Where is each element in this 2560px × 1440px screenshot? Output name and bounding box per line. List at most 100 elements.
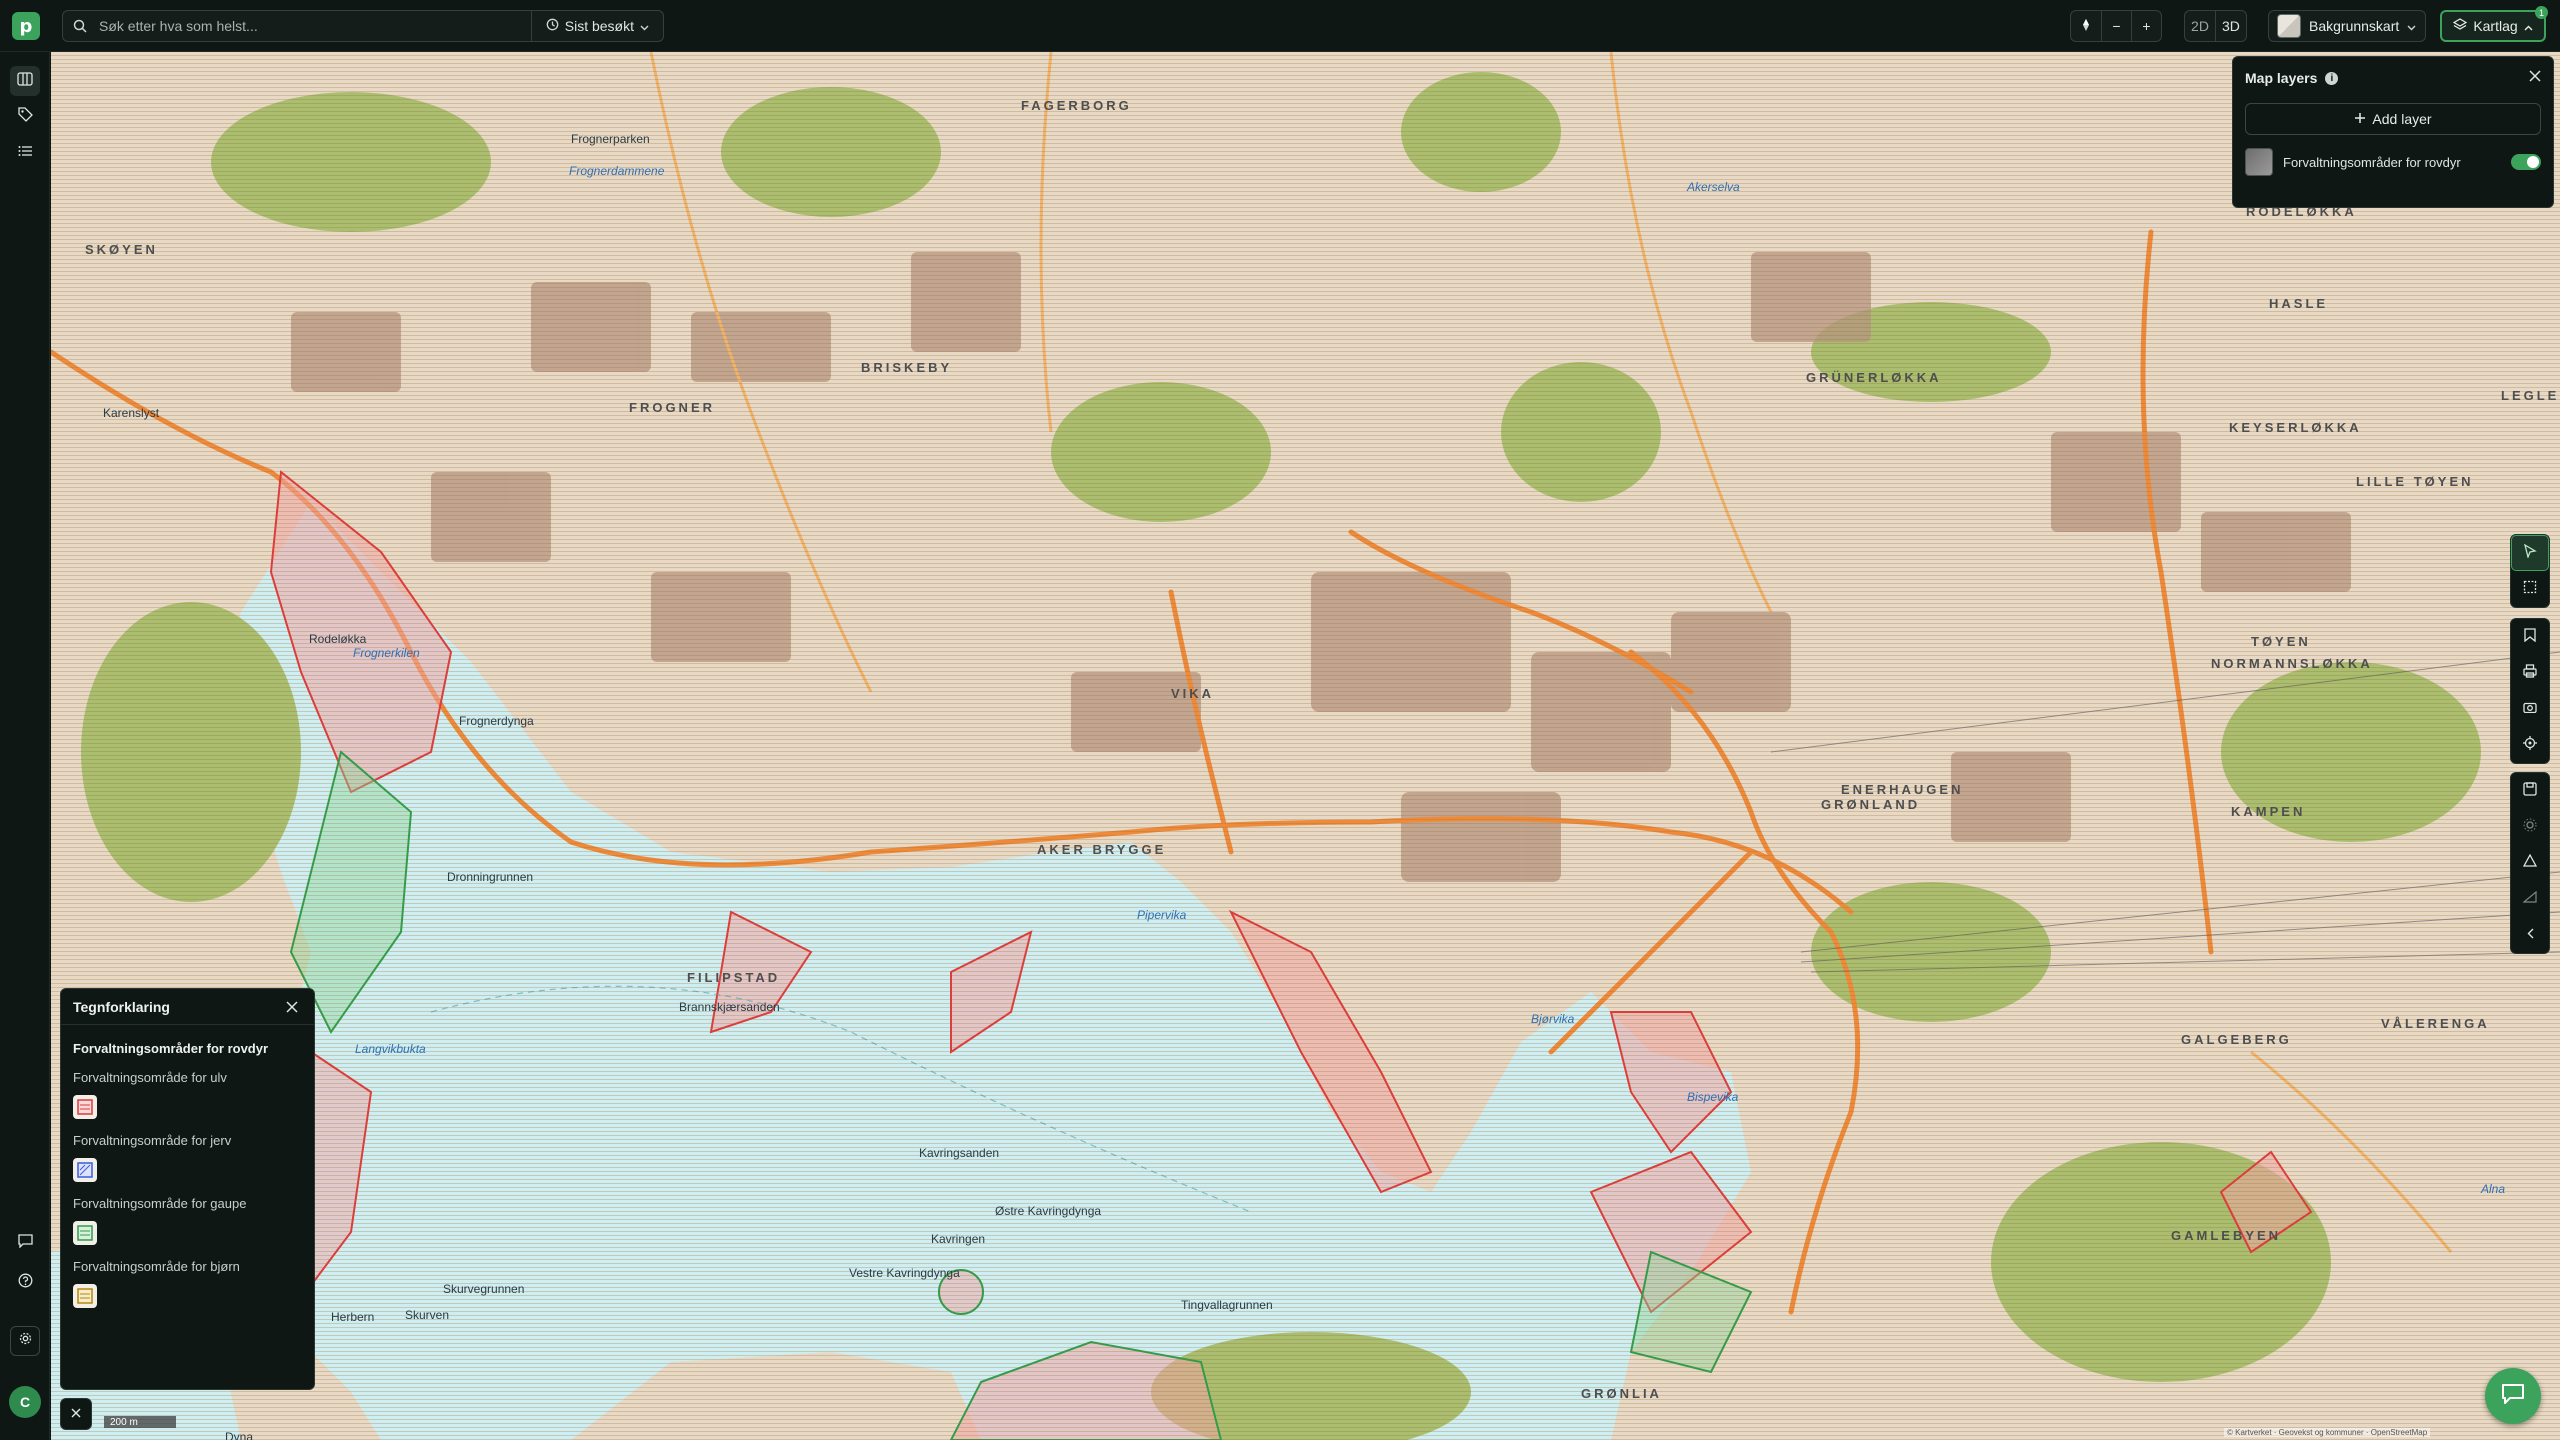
locate-button[interactable] <box>2511 727 2549 763</box>
user-avatar[interactable]: C <box>9 1386 41 1418</box>
layers-panel-header: Map layers i <box>2233 57 2553 99</box>
map-canvas[interactable]: SKØYEN FAGERBORG BRISKEBY FROGNER GRÜNER… <box>51 52 2560 1440</box>
feedback-button[interactable] <box>10 1228 40 1258</box>
legend-item: Forvaltningsområde for jerv <box>61 1133 314 1182</box>
search-icon <box>63 19 97 33</box>
mode-3d-button[interactable]: 3D <box>2215 11 2246 41</box>
ruler-icon <box>2522 890 2537 908</box>
map-tools <box>2510 618 2550 764</box>
sun-icon <box>2523 818 2537 837</box>
close-icon[interactable] <box>282 997 302 1017</box>
map-layers-panel: Map layers i Add layer Forvaltningsområd… <box>2232 56 2554 208</box>
chevron-down-icon <box>640 18 649 34</box>
basemap-dropdown[interactable]: Bakgrunnskart <box>2268 10 2426 42</box>
scale-close-button[interactable] <box>60 1398 92 1430</box>
legend-item-label: Forvaltningsområde for bjørn <box>73 1259 240 1274</box>
map-label: Tingvallagrunnen <box>1181 1298 1273 1312</box>
legend-panel: Tegnforklaring Forvaltningsområder for r… <box>60 988 315 1390</box>
location-icon <box>2523 735 2537 755</box>
measure-area-button[interactable] <box>2511 845 2549 881</box>
legend-item-label: Forvaltningsområde for gaupe <box>73 1196 247 1211</box>
map-label: FAGERBORG <box>1021 98 1132 113</box>
bookmark-icon <box>2524 627 2536 647</box>
tags-button[interactable] <box>10 102 40 132</box>
map-label: Østre Kavringdynga <box>995 1204 1102 1218</box>
park <box>81 602 301 902</box>
map-label: Bispevika <box>1687 1090 1739 1104</box>
legend-item: Forvaltningsområde for bjørn <box>61 1259 314 1308</box>
map-label: HASLE <box>2269 296 2329 311</box>
top-bar: p Sist besøkt − + 2D 3D Bakgrunnskart <box>0 0 2560 52</box>
map-label: Frognerparken <box>571 132 650 146</box>
map-icon <box>17 71 33 91</box>
map-label: Frognerdynga <box>459 714 534 728</box>
wolverine-area-swatch-icon <box>73 1158 97 1182</box>
map-label: Rodeløkka <box>309 632 367 646</box>
close-icon <box>71 1405 81 1423</box>
map-view-button[interactable] <box>10 66 40 96</box>
layers-panel-title-row: Map layers i <box>2245 70 2339 86</box>
print-icon <box>2523 663 2537 683</box>
pointer-tool-button[interactable] <box>2511 535 2549 571</box>
map-label: LILLE TØYEN <box>2356 474 2474 489</box>
scale-bar: 200 m <box>104 1416 176 1428</box>
chat-button[interactable] <box>2485 1368 2541 1424</box>
legend-item-label: Forvaltningsområde for ulv <box>73 1070 227 1085</box>
screenshot-button[interactable] <box>2511 691 2549 727</box>
layer-visibility-toggle[interactable] <box>2511 154 2541 170</box>
wolf-area-swatch-icon <box>73 1095 97 1119</box>
add-layer-label: Add layer <box>2372 111 2432 127</box>
help-icon <box>18 1273 33 1293</box>
app-logo[interactable]: p <box>12 12 40 40</box>
layers-button[interactable]: Kartlag 1 <box>2440 6 2548 42</box>
compass-button[interactable] <box>2071 11 2101 41</box>
map-label: GAMLEBYEN <box>2171 1228 2282 1243</box>
left-sidebar: C <box>0 52 50 1440</box>
info-icon[interactable]: i <box>2325 71 2339 85</box>
tag-icon <box>17 107 33 127</box>
map-label: VÅLERENGA <box>2381 1016 2490 1031</box>
zoom-controls: − + <box>2070 10 2162 42</box>
collapse-tools-button[interactable] <box>2511 917 2549 953</box>
bookmark-button[interactable] <box>2511 619 2549 655</box>
save-button[interactable] <box>2511 773 2549 809</box>
save-icon <box>2523 781 2537 801</box>
map-label: VIKA <box>1171 686 1215 701</box>
map-label: AKER BRYGGE <box>1037 842 1167 857</box>
layers-label: Kartlag <box>2473 18 2518 34</box>
mode-2d-button[interactable]: 2D <box>2185 11 2215 41</box>
map-label: Brannskjærsanden <box>679 1000 780 1014</box>
map-label: Pipervika <box>1137 908 1187 922</box>
help-button[interactable] <box>10 1268 40 1298</box>
settings-button[interactable] <box>10 1326 40 1356</box>
map-label: Akerselva <box>1687 180 1740 194</box>
recent-dropdown[interactable]: Sist besøkt <box>530 11 663 41</box>
add-layer-button[interactable]: Add layer <box>2245 103 2541 135</box>
map-label: Dronningrunnen <box>447 870 534 884</box>
search-bar: Sist besøkt <box>62 10 664 42</box>
layer-row[interactable]: Forvaltningsområder for rovdyr <box>2233 145 2553 179</box>
park <box>1401 72 1561 192</box>
map-label: ENERHAUGEN <box>1841 782 1964 797</box>
basemap-label: Bakgrunnskart <box>2309 18 2400 34</box>
park <box>721 87 941 217</box>
map-label: Vestre Kavringdynga <box>849 1266 960 1280</box>
layers-count-badge: 1 <box>2535 6 2548 19</box>
measure-distance-button[interactable] <box>2511 881 2549 917</box>
close-icon[interactable] <box>2529 69 2541 87</box>
park <box>211 92 491 232</box>
basemap-thumbnail <box>2277 14 2301 38</box>
zoom-out-button[interactable]: − <box>2101 11 2131 41</box>
chevron-down-icon <box>2407 18 2416 34</box>
map-label: FROGNER <box>629 400 715 415</box>
box-select-button[interactable] <box>2511 571 2549 607</box>
map-label: Karenslyst <box>103 406 160 420</box>
search-input[interactable] <box>97 11 531 41</box>
legend-header: Tegnforklaring <box>61 989 314 1025</box>
print-button[interactable] <box>2511 655 2549 691</box>
map-label: LEGLE <box>2501 388 2560 403</box>
list-button[interactable] <box>10 138 40 168</box>
zoom-in-button[interactable]: + <box>2131 11 2161 41</box>
light-button[interactable] <box>2511 809 2549 845</box>
map-label: NORMANNSLØKKA <box>2211 656 2373 671</box>
